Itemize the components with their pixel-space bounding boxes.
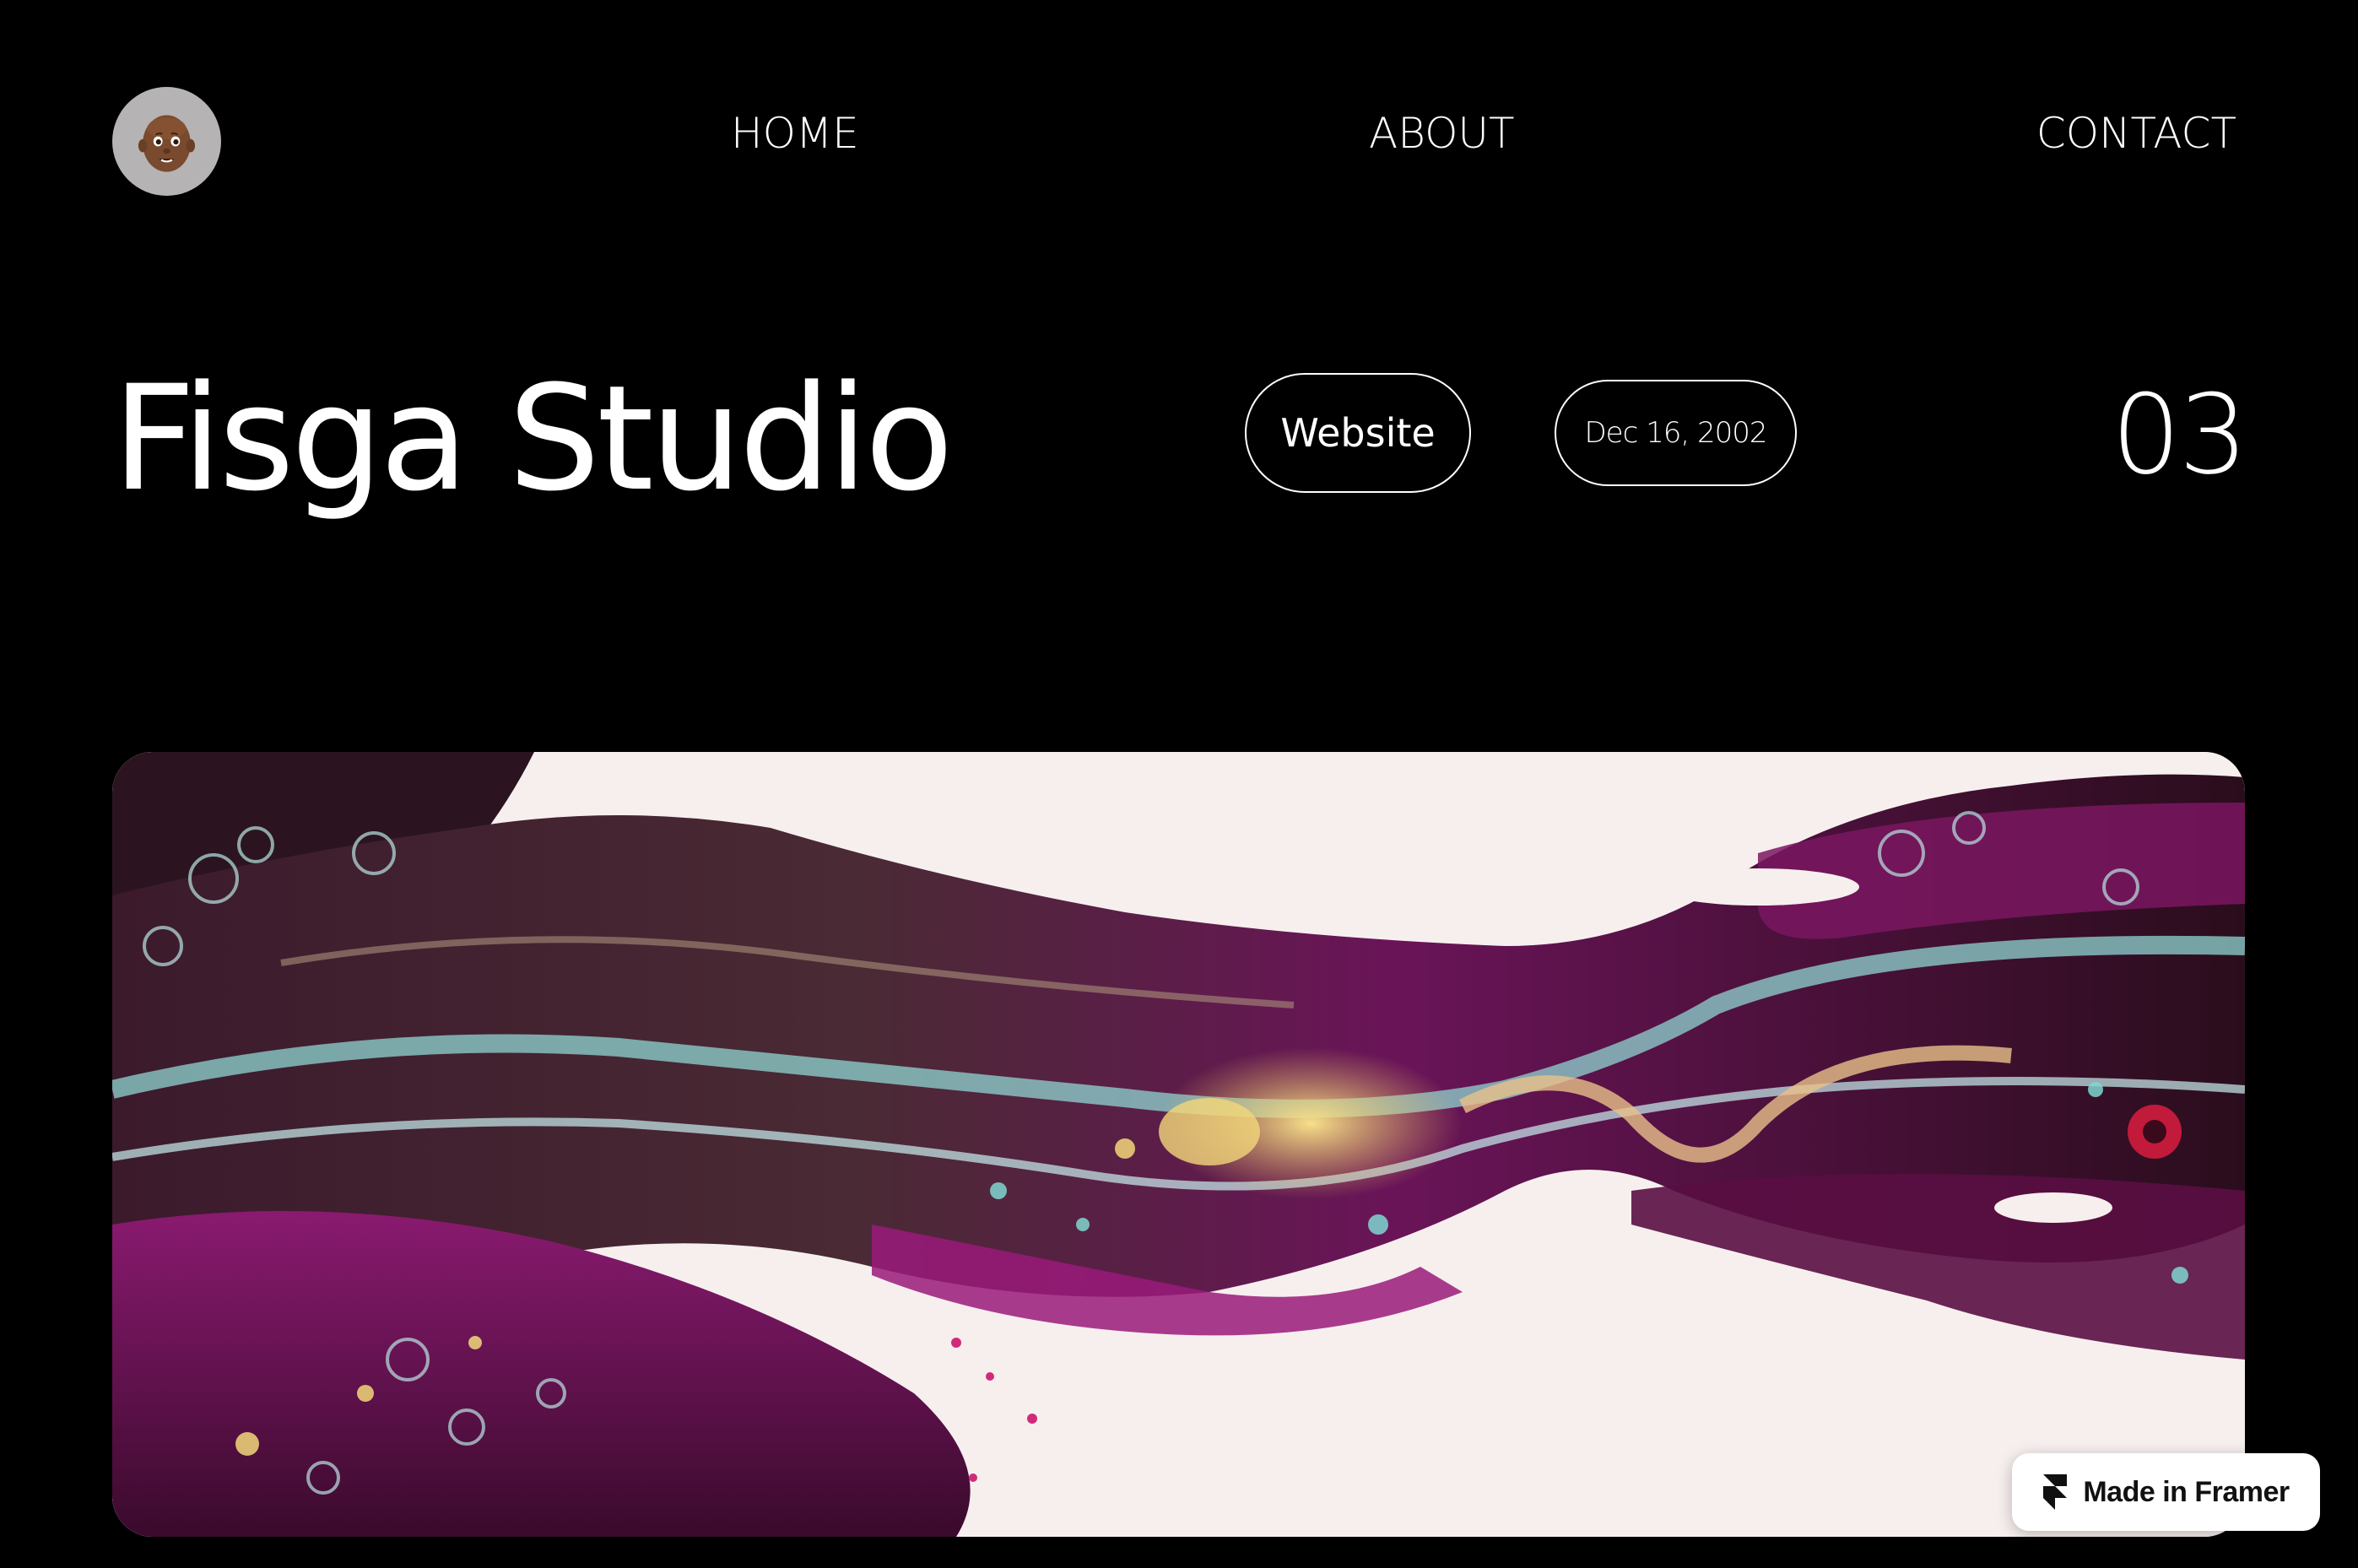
date-pill-label: Dec 16, 2002 [1584,416,1767,450]
nav-home-link[interactable]: HOME [731,108,859,159]
page: HOME ABOUT CONTACT Fisga Studio Website … [0,0,2358,1568]
made-in-framer-badge[interactable]: Made in Framer [2012,1453,2320,1531]
category-pill-label: Website [1280,410,1436,456]
project-number: 03 [2111,370,2248,499]
fluid-art-image [112,752,2245,1537]
memoji-avatar-icon [138,115,196,172]
nav-about-link[interactable]: ABOUT [1369,108,1515,159]
project-title: Fisga Studio [112,354,954,523]
nav-contact-link[interactable]: CONTACT [2036,108,2236,159]
hero-image [112,752,2245,1537]
framer-logo-icon [2043,1474,2068,1510]
avatar[interactable] [112,87,221,196]
category-pill[interactable]: Website [1245,373,1471,493]
made-in-framer-label: Made in Framer [2083,1475,2290,1508]
date-pill: Dec 16, 2002 [1555,380,1797,486]
